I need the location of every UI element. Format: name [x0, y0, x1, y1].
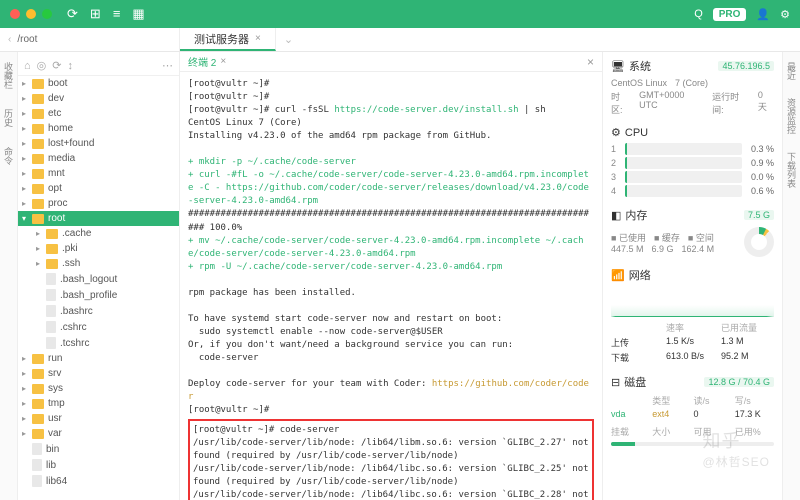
rail-favorites[interactable]: 收藏栏 [2, 62, 15, 89]
sort-icon[interactable]: ↕ [67, 60, 73, 72]
tree-item-dev[interactable]: ▸dev [18, 91, 179, 106]
tree-item-usr[interactable]: ▸usr [18, 411, 179, 426]
maximize-icon[interactable] [42, 9, 52, 19]
network-card: 📶网络 速率已用流量 上传1.5 K/s1.3 M 下载613.0 B/s95.… [611, 267, 774, 364]
cpu-card: ⚙CPU 10.3 %20.9 %30.0 %40.6 % [611, 126, 774, 197]
system-card: 🖥系统45.76.196.5 CentOS Linux7 (Core) 时区:G… [611, 58, 774, 116]
tree-item-lib64[interactable]: lib64 [18, 473, 179, 489]
pro-badge: PRO [713, 8, 747, 21]
desktop-icon: 🖥 [611, 60, 625, 73]
rail-recent[interactable]: 最近 [785, 62, 798, 80]
rail-monitor[interactable]: 资源监控 [785, 98, 798, 134]
titlebar: ⟳ ⊞ ≡ ▦ Q PRO 👤 ⚙ [0, 0, 800, 28]
tree-item-.cshrc[interactable]: .cshrc [18, 319, 179, 335]
window-controls[interactable] [10, 9, 52, 19]
memory-donut [744, 227, 774, 257]
tab-server[interactable]: 测试服务器 × [180, 28, 276, 51]
tree-toolbar: ⌂ ◎ ⟳ ↕ ⋯ [18, 56, 179, 76]
home-icon[interactable]: ⌂ [24, 60, 31, 72]
tree-item-.bash_profile[interactable]: .bash_profile [18, 287, 179, 303]
tree-item-.tcshrc[interactable]: .tcshrc [18, 335, 179, 351]
tree-item-bin[interactable]: bin [18, 441, 179, 457]
tree-item-var[interactable]: ▸var [18, 426, 179, 441]
list-icon[interactable]: ≡ [113, 6, 121, 22]
path-bar[interactable]: ‹ /root [0, 28, 180, 51]
tree-item-lib[interactable]: lib [18, 457, 179, 473]
cpu-core-4: 40.6 % [611, 185, 774, 197]
tree-item-sys[interactable]: ▸sys [18, 381, 179, 396]
error-output: [root@vultr ~]# code-server /usr/lib/cod… [188, 419, 594, 500]
wifi-icon: 📶 [611, 269, 625, 282]
network-chart [611, 287, 774, 317]
terminal[interactable]: [root@vultr ~]# [root@vultr ~]# [root@vu… [180, 72, 602, 500]
refresh-icon[interactable]: ⟳ [67, 6, 78, 22]
tree-item-boot[interactable]: ▸boot [18, 76, 179, 91]
tree-item-etc[interactable]: ▸etc [18, 106, 179, 121]
left-rail: 收藏栏 历史 命令 [0, 52, 18, 500]
tree-item-.cache[interactable]: ▸.cache [18, 226, 179, 241]
grid-icon[interactable]: ▦ [132, 6, 144, 22]
disk-icon: ⊟ [611, 376, 620, 389]
monitor-panel: 🖥系统45.76.196.5 CentOS Linux7 (Core) 时区:G… [602, 52, 782, 500]
back-icon[interactable]: ‹ [8, 34, 11, 45]
terminal-tab[interactable]: 终端 2 [188, 54, 216, 69]
tree-item-tmp[interactable]: ▸tmp [18, 396, 179, 411]
tree-item-proc[interactable]: ▸proc [18, 196, 179, 211]
avatar[interactable]: 👤 [756, 8, 770, 21]
panel-icon[interactable]: ⊞ [90, 6, 101, 22]
disk-usage-bar [611, 442, 774, 446]
tree-item-opt[interactable]: ▸opt [18, 181, 179, 196]
tree-item-mnt[interactable]: ▸mnt [18, 166, 179, 181]
memory-icon: ◧ [611, 209, 621, 222]
file-tree: ⌂ ◎ ⟳ ↕ ⋯ ▸boot▸dev▸etc▸home▸lost+found▸… [18, 52, 180, 500]
tabs-row: ‹ /root 测试服务器 × ⌄ [0, 28, 800, 52]
search-icon[interactable]: Q [694, 8, 703, 20]
gear-icon[interactable]: ⚙ [780, 8, 790, 21]
disk-card: ⊟磁盘12.8 G / 70.4 G 类型读/s写/s vdaext4017.3… [611, 374, 774, 446]
memory-card: ◧内存7.5 G ■ 已使用■ 缓存■ 空间 447.5 M6.9 G162.4… [611, 207, 774, 257]
close-icon[interactable] [10, 9, 20, 19]
close-icon[interactable]: × [255, 33, 261, 44]
cpu-core-2: 20.9 % [611, 157, 774, 169]
tree-item-.bash_logout[interactable]: .bash_logout [18, 271, 179, 287]
rail-cmd[interactable]: 命令 [2, 147, 15, 165]
chevron-down-icon[interactable]: ⌄ [276, 28, 301, 51]
tree-item-srv[interactable]: ▸srv [18, 366, 179, 381]
terminal-header: 终端 2 × × [180, 52, 602, 72]
tree-item-.ssh[interactable]: ▸.ssh [18, 256, 179, 271]
close-panel-icon[interactable]: × [587, 55, 594, 69]
chip-icon: ⚙ [611, 126, 621, 139]
tree-item-run[interactable]: ▸run [18, 351, 179, 366]
close-icon[interactable]: × [220, 56, 226, 67]
tree-item-.pki[interactable]: ▸.pki [18, 241, 179, 256]
target-icon[interactable]: ◎ [37, 59, 47, 72]
refresh-icon[interactable]: ⟳ [52, 59, 61, 72]
cpu-core-1: 10.3 % [611, 143, 774, 155]
cpu-core-3: 30.0 % [611, 171, 774, 183]
minimize-icon[interactable] [26, 9, 36, 19]
more-icon[interactable]: ⋯ [162, 59, 173, 72]
tree-item-root[interactable]: ▾root [18, 211, 179, 226]
tree-item-lost+found[interactable]: ▸lost+found [18, 136, 179, 151]
rail-download[interactable]: 下载列表 [785, 152, 798, 188]
tree-item-media[interactable]: ▸media [18, 151, 179, 166]
tree-item-home[interactable]: ▸home [18, 121, 179, 136]
rail-history[interactable]: 历史 [2, 109, 15, 127]
right-rail: 最近 资源监控 下载列表 [782, 52, 800, 500]
tree-item-.bashrc[interactable]: .bashrc [18, 303, 179, 319]
